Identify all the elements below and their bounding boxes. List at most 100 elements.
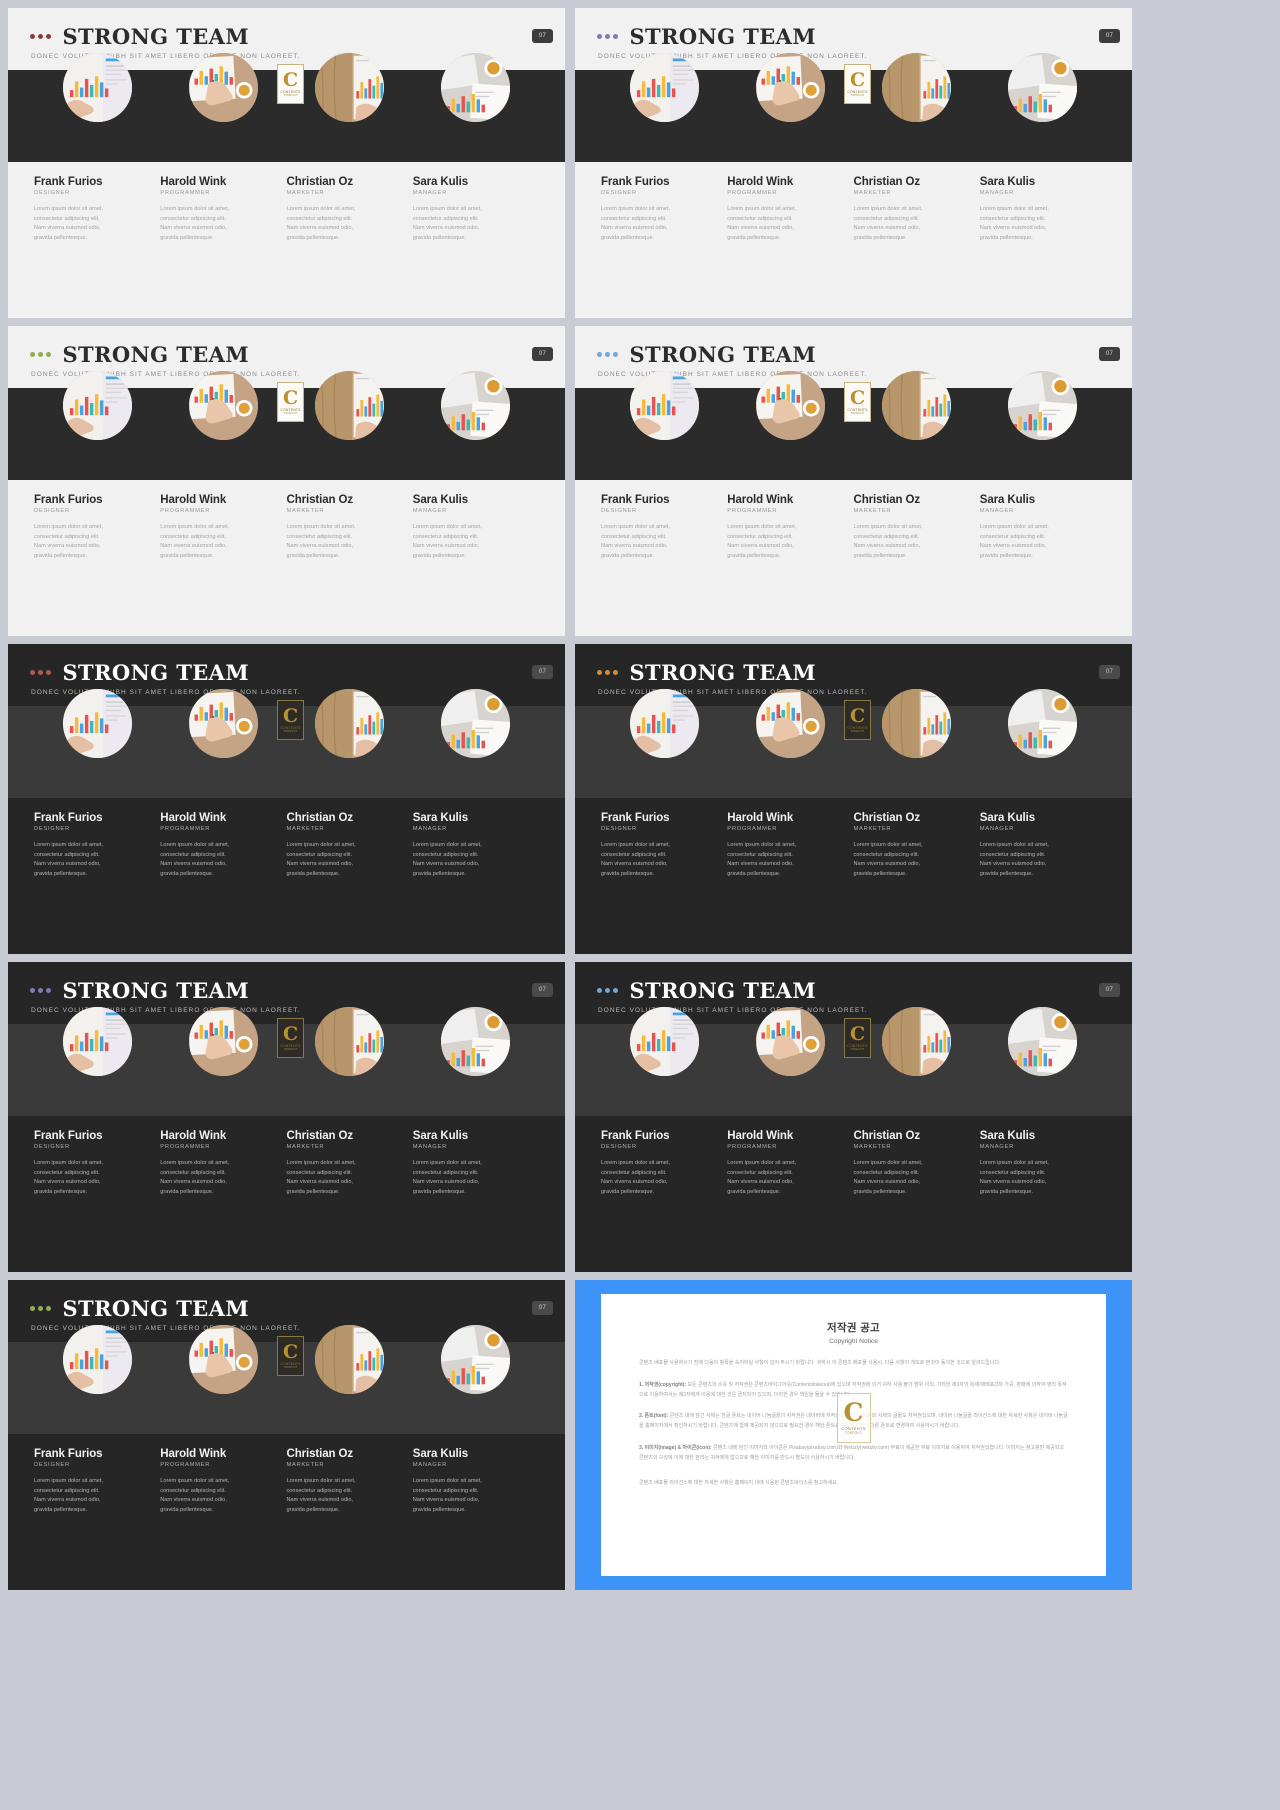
member-description: Lorem ipsum dolor sit amet, consectetur …	[286, 524, 356, 559]
member-photo-2	[315, 1325, 385, 1394]
member-name: Sara Kulis	[412, 1448, 468, 1460]
team-member-card: Sara Kulis MANAGER Lorem ipsum dolor sit a…	[980, 812, 1106, 879]
member-role: DESIGNER	[34, 1144, 70, 1150]
watermark-line2: TOKEOUT	[283, 1366, 298, 1369]
member-description: Lorem ipsum dolor sit amet, consectetur …	[979, 842, 1049, 877]
member-name: Christian Oz	[286, 812, 354, 824]
member-description: Lorem ipsum dolor sit amet, consectetur …	[727, 842, 797, 877]
page-title: STRONG TEAM	[629, 342, 817, 367]
page-title: STRONG TEAM	[62, 1296, 250, 1321]
member-name: Harold Wink	[727, 812, 794, 824]
copyright-paper: 저작권 공고 Copyright Notice 콘텐츠 배포물 사용하시기 전에…	[601, 1294, 1106, 1576]
team-member-card: Sara Kulis MANAGER Lorem ipsum dolor sit a…	[413, 812, 539, 879]
member-role: PROGRAMMER	[160, 1462, 211, 1468]
member-photo-2	[315, 1007, 385, 1076]
avatar	[980, 689, 1106, 758]
member-row: Frank Furios DESIGNER Lorem ipsum dolor si…	[8, 1116, 565, 1197]
member-role: DESIGNER	[601, 190, 637, 196]
member-name: Frank Furios	[34, 494, 103, 506]
avatar	[727, 1007, 853, 1076]
avatar	[413, 371, 539, 440]
team-slide[interactable]: STRONG TEAM DONEC VOLUTPAT NIBH SIT AMET…	[8, 326, 565, 636]
member-photo-3	[441, 689, 511, 758]
member-description: Lorem ipsum dolor sit amet, consectetur …	[412, 1478, 482, 1513]
member-photo-3	[1008, 689, 1078, 758]
member-name: Frank Furios	[601, 1130, 670, 1142]
copyright-notice-slide[interactable]: 저작권 공고 Copyright Notice 콘텐츠 배포물 사용하시기 전에…	[575, 1280, 1132, 1590]
avatar	[160, 1007, 286, 1076]
avatar	[287, 689, 413, 758]
member-photo-2	[882, 371, 952, 440]
accent-dots-icon	[30, 34, 51, 39]
page-title: STRONG TEAM	[62, 342, 250, 367]
watermark-logo: C CONTENTS TOKEOUT	[277, 700, 304, 740]
page-number-badge: 07	[1099, 347, 1120, 361]
watermark-line2: TOKEOUT	[283, 1048, 298, 1051]
member-photo-2	[315, 689, 385, 758]
avatar	[413, 1325, 539, 1394]
member-description: Lorem ipsum dolor sit amet, consectetur …	[412, 524, 482, 559]
team-member-card: Harold Wink PROGRAMMER Lorem ipsum dolor s…	[160, 812, 286, 879]
member-photo-2	[882, 53, 952, 122]
member-row: Frank Furios DESIGNER Lorem ipsum dolor si…	[8, 480, 565, 561]
watermark-logo: C CONTENTS TOKEOUT	[844, 382, 871, 422]
accent-dots-icon	[30, 352, 51, 357]
member-role: MANAGER	[412, 1462, 447, 1468]
copyright-item-label-1: 2. 폰트(font):	[639, 1413, 669, 1420]
team-slide[interactable]: STRONG TEAM DONEC VOLUTPAT NIBH SIT AMET…	[575, 326, 1132, 636]
team-member-card: Frank Furios DESIGNER Lorem ipsum dolor si…	[601, 494, 727, 561]
member-photo-0	[62, 1325, 132, 1394]
member-description: Lorem ipsum dolor sit amet, consectetur …	[34, 842, 104, 877]
member-description: Lorem ipsum dolor sit amet, consectetur …	[160, 842, 230, 877]
team-member-card: Harold Wink PROGRAMMER Lorem ipsum dolor s…	[160, 176, 286, 243]
member-role: PROGRAMMER	[160, 826, 211, 832]
member-name: Frank Furios	[34, 176, 103, 188]
watermark-logo: C CONTENTS TOKEOUT	[836, 1393, 871, 1444]
page-number-badge: 07	[1099, 665, 1120, 679]
team-slide[interactable]: STRONG TEAM DONEC VOLUTPAT NIBH SIT AMET…	[8, 962, 565, 1272]
team-member-card: Frank Furios DESIGNER Lorem ipsum dolor si…	[34, 1130, 160, 1197]
avatar	[160, 1325, 286, 1394]
member-name: Sara Kulis	[412, 812, 468, 824]
watermark-logo: C CONTENTS TOKEOUT	[277, 1336, 304, 1376]
member-description: Lorem ipsum dolor sit amet, consectetur …	[286, 1478, 356, 1513]
team-slide[interactable]: STRONG TEAM DONEC VOLUTPAT NIBH SIT AMET…	[8, 644, 565, 954]
team-slide[interactable]: STRONG TEAM DONEC VOLUTPAT NIBH SIT AMET…	[8, 8, 565, 318]
copyright-header: 저작권 공고 Copyright Notice	[639, 1320, 1068, 1345]
member-role: MANAGER	[979, 1144, 1014, 1150]
copyright-title-en: Copyright Notice	[829, 1338, 878, 1345]
watermark-letter: C	[843, 1398, 864, 1428]
member-name: Christian Oz	[286, 176, 354, 188]
avatar	[727, 53, 853, 122]
member-photo-0	[62, 371, 132, 440]
member-photo-2	[882, 1007, 952, 1076]
team-slide[interactable]: STRONG TEAM DONEC VOLUTPAT NIBH SIT AMET…	[575, 644, 1132, 954]
member-name: Harold Wink	[727, 494, 794, 506]
team-member-card: Sara Kulis MANAGER Lorem ipsum dolor sit a…	[413, 494, 539, 561]
team-slide[interactable]: STRONG TEAM DONEC VOLUTPAT NIBH SIT AMET…	[575, 962, 1132, 1272]
team-member-card: Christian Oz MARKETER Lorem ipsum dolor si…	[854, 1130, 980, 1197]
team-member-card: Christian Oz MARKETER Lorem ipsum dolor si…	[287, 812, 413, 879]
avatar	[980, 1007, 1106, 1076]
watermark-logo: C CONTENTS TOKEOUT	[844, 1018, 871, 1058]
member-description: Lorem ipsum dolor sit amet, consectetur …	[34, 524, 104, 559]
avatar	[160, 53, 286, 122]
member-name: Frank Furios	[34, 1130, 103, 1142]
avatar	[160, 371, 286, 440]
member-description: Lorem ipsum dolor sit amet, consectetur …	[34, 1160, 104, 1195]
team-member-card: Christian Oz MARKETER Lorem ipsum dolor si…	[854, 176, 980, 243]
team-slide[interactable]: STRONG TEAM DONEC VOLUTPAT NIBH SIT AMET…	[575, 8, 1132, 318]
team-slide[interactable]: STRONG TEAM DONEC VOLUTPAT NIBH SIT AMET…	[8, 1280, 565, 1590]
avatar	[601, 1007, 727, 1076]
copyright-item-2: 3. 이미지(image) & 아이콘(icon): 콘텐츠 내에 담긴 이미지…	[639, 1444, 1068, 1464]
member-role: DESIGNER	[34, 508, 70, 514]
member-role: MARKETER	[286, 1462, 325, 1468]
member-description: Lorem ipsum dolor sit amet, consectetur …	[979, 1160, 1049, 1195]
member-role: DESIGNER	[34, 826, 70, 832]
member-photo-3	[441, 1007, 511, 1076]
member-description: Lorem ipsum dolor sit amet, consectetur …	[601, 206, 671, 241]
member-role: MARKETER	[853, 508, 892, 514]
team-member-card: Christian Oz MARKETER Lorem ipsum dolor si…	[854, 494, 980, 561]
team-member-card: Harold Wink PROGRAMMER Lorem ipsum dolor s…	[160, 494, 286, 561]
accent-dots-icon	[597, 34, 618, 39]
